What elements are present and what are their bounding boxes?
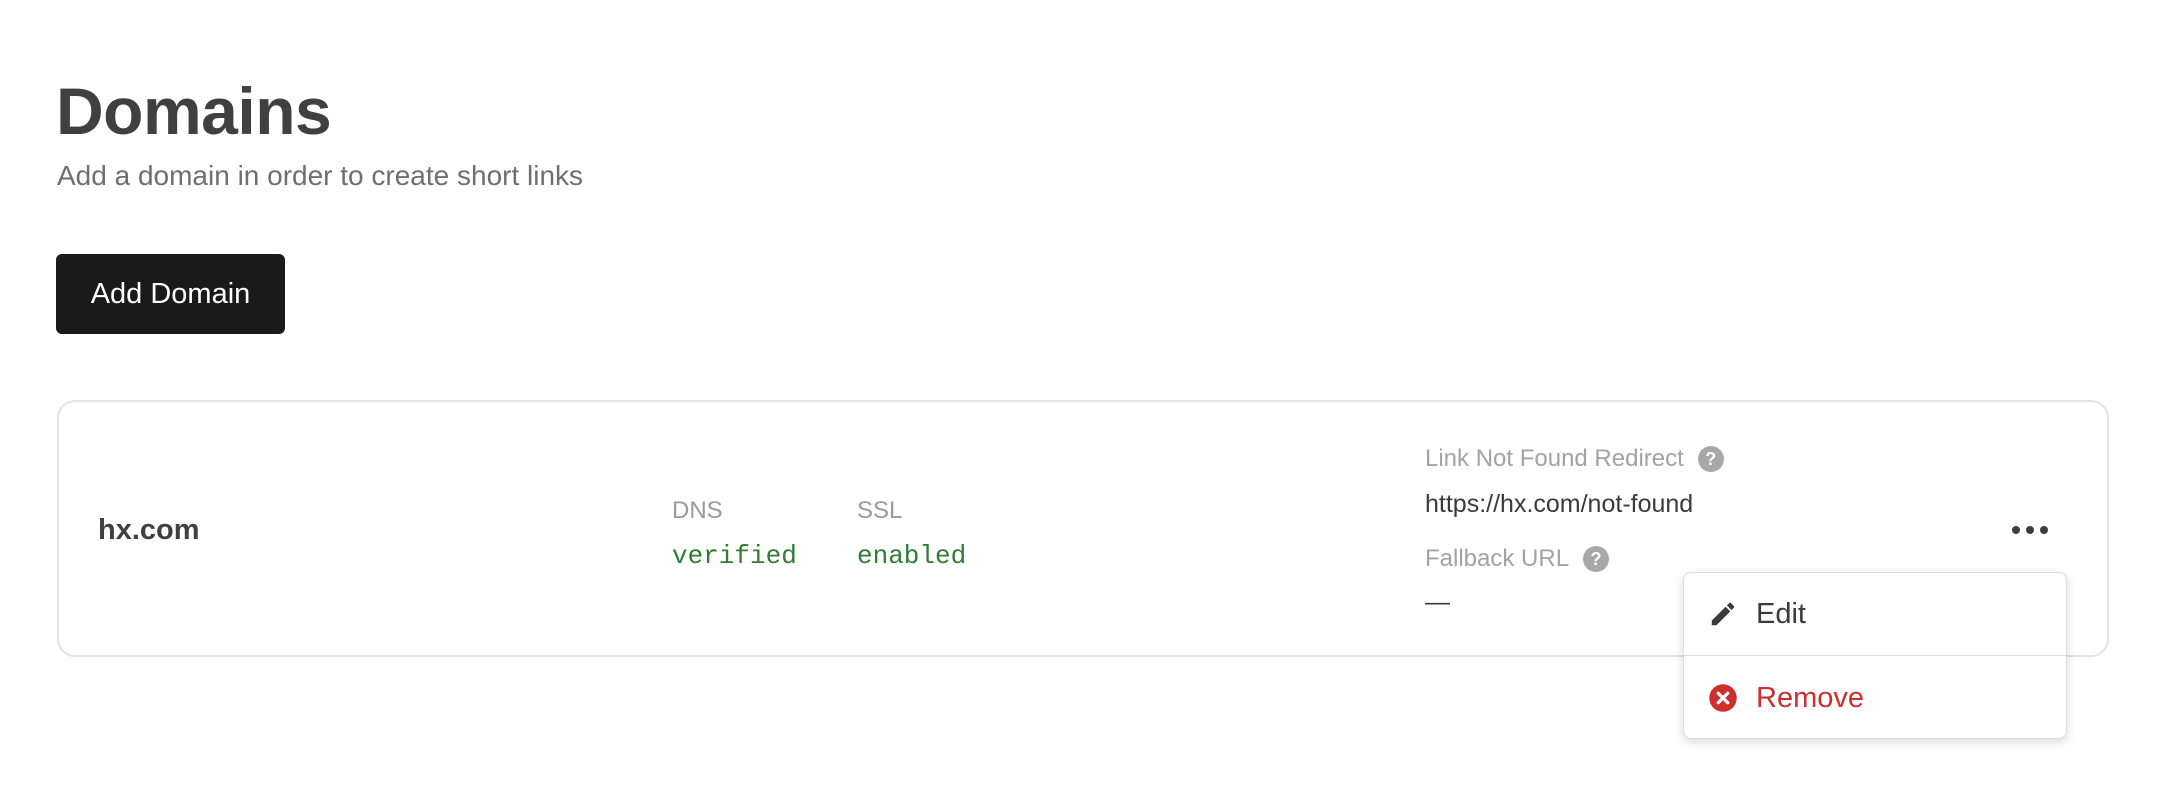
menu-divider: [1684, 655, 2066, 656]
dns-status: verified: [672, 541, 797, 571]
domain-name: hx.com: [98, 514, 200, 546]
dns-label: DNS: [672, 497, 723, 524]
page-title: Domains: [56, 74, 332, 148]
menu-item-remove[interactable]: Remove: [1684, 657, 2066, 739]
remove-circle-icon: [1708, 683, 1738, 713]
not-found-redirect-label: Link Not Found Redirect: [1425, 445, 1684, 472]
page-subtitle: Add a domain in order to create short li…: [57, 160, 584, 191]
fallback-url-value: —: [1425, 588, 1450, 616]
ssl-status: enabled: [857, 541, 967, 571]
fallback-url-label: Fallback URL: [1425, 545, 1570, 572]
fallback-url-label-row: Fallback URL ?: [1425, 545, 1610, 573]
menu-item-label: Edit: [1756, 597, 1806, 630]
domain-actions-menu: Edit Remove: [1683, 572, 2067, 739]
menu-item-edit[interactable]: Edit: [1684, 573, 2066, 655]
more-options-icon[interactable]: [2012, 512, 2048, 548]
not-found-redirect-label-row: Link Not Found Redirect ?: [1425, 445, 1724, 473]
pencil-icon: [1708, 599, 1738, 629]
add-domain-button[interactable]: Add Domain: [56, 254, 285, 334]
help-icon[interactable]: ?: [1583, 546, 1610, 572]
help-icon[interactable]: ?: [1697, 446, 1724, 472]
ssl-label: SSL: [857, 497, 903, 524]
domains-page: Domains Add a domain in order to create …: [0, 0, 2170, 806]
menu-item-label: Remove: [1756, 681, 1864, 714]
not-found-redirect-value: https://hx.com/not-found: [1425, 490, 1694, 518]
